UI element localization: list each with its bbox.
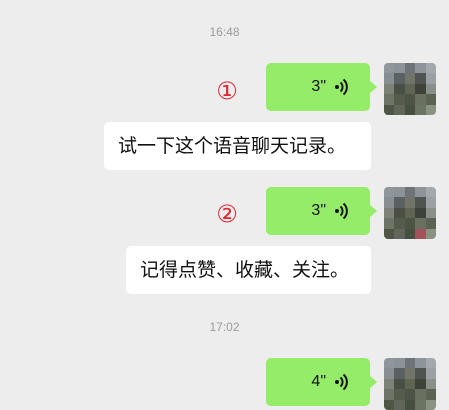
text-message[interactable]: 记得点赞、收藏、关注。 [126, 246, 371, 294]
voice-duration: 3" [311, 202, 326, 219]
voice-wave-icon [335, 373, 348, 391]
voice-message[interactable]: 3" [266, 63, 377, 111]
voice-message[interactable]: 4" [266, 358, 377, 406]
avatar[interactable] [384, 63, 436, 115]
step-marker: ② [216, 200, 238, 228]
voice-duration: 3" [311, 78, 326, 95]
timestamp: 17:02 [209, 320, 240, 334]
avatar[interactable] [384, 358, 436, 410]
voice-message[interactable]: 3" [266, 187, 377, 235]
voice-wave-icon [335, 78, 348, 96]
timestamp: 16:48 [209, 25, 240, 39]
step-marker: ① [216, 77, 238, 105]
avatar[interactable] [384, 187, 436, 239]
text-message[interactable]: 试一下这个语音聊天记录。 [104, 122, 371, 170]
voice-duration: 4" [311, 373, 326, 390]
voice-wave-icon [335, 202, 348, 220]
